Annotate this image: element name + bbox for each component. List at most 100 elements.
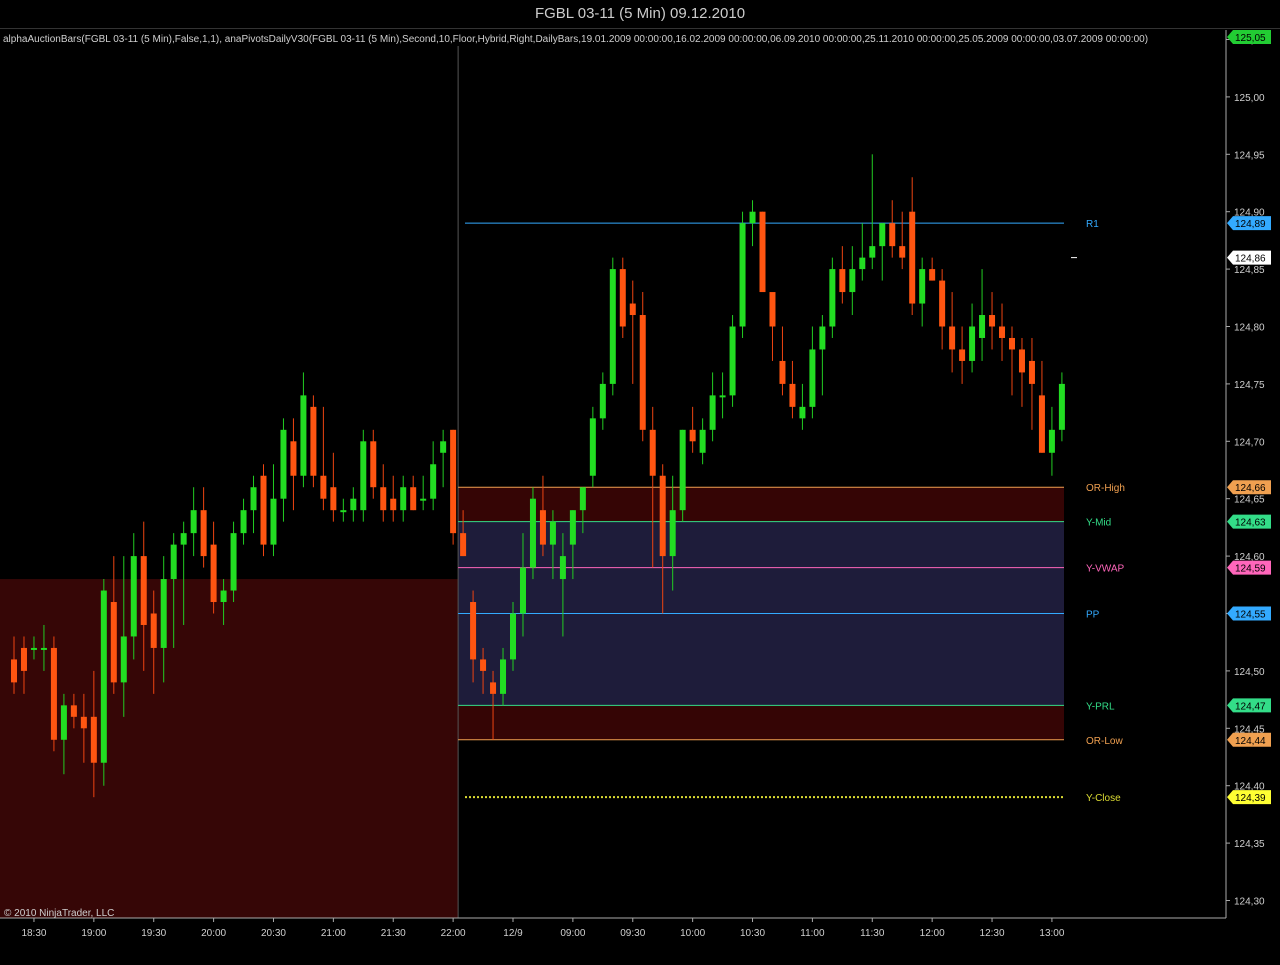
candle-body [909,211,916,304]
candle-body [1028,360,1035,384]
candle-body [170,544,177,580]
candle-body [829,269,836,327]
price-tag-or-high: 124,66 [1227,480,1271,495]
price-tag-y-prl: 124,47 [1227,698,1271,713]
candle-body [500,659,507,694]
candle-body [639,315,646,430]
candle [260,464,267,557]
candle-body [90,716,97,763]
candle-body [609,269,616,384]
x-tick-label: 13:00 [1039,928,1064,939]
candle-body [529,498,536,568]
candle-body [959,349,966,361]
x-tick-label: 20:00 [201,928,226,939]
candle-body [939,280,946,327]
candle-body [929,269,936,281]
level-label-or-low: OR-Low [1086,736,1123,747]
candle-body [270,498,277,545]
candle-body [350,498,357,511]
x-tick-label: 21:00 [321,928,346,939]
candle-body [949,326,956,350]
price-tag-text: 124,66 [1235,483,1266,494]
candle [50,636,57,752]
level-label-y-close: Y-Close [1086,793,1121,804]
x-tick-label: 12/9 [503,928,523,939]
level-label-y-prl: Y-PRL [1086,701,1115,712]
x-tick-label: 22:00 [441,928,466,939]
x-tick-label: 09:00 [560,928,585,939]
level-label-y-mid: Y-Mid [1086,518,1111,529]
candle-body [1018,349,1025,373]
candle-body [869,246,876,258]
candle-body [300,395,307,476]
candle-body [659,475,666,557]
y-tick-label: 124,75 [1234,380,1265,391]
x-tick-label: 12:30 [980,928,1005,939]
candle-body [979,315,986,338]
candle [589,406,596,488]
candle-body [440,441,447,453]
candle-body [420,498,427,501]
candle-body [539,510,546,545]
candle-body [250,487,257,511]
candle-body [589,418,596,476]
candle-body [739,223,746,327]
candle-body [809,349,816,407]
candle-body [729,326,736,396]
level-label-r1: R1 [1086,219,1099,230]
candle-body [80,716,87,729]
candle-body [849,269,856,293]
price-tag-y-vwap: 124,59 [1227,560,1271,575]
candle [450,429,457,545]
candle-body [629,303,636,316]
candle-body [11,659,17,683]
y-tick-label: 124,30 [1234,897,1265,908]
candle-body [220,590,227,603]
candle-body [1009,337,1015,350]
candle-body [510,613,516,660]
level-label-pp: PP [1086,610,1100,621]
candle-body [120,636,127,683]
candle-body [490,682,497,694]
candle-body [919,269,926,304]
price-tag-text: 124,39 [1235,793,1266,804]
candle-body [240,510,247,534]
price-tag-y-mid: 124,63 [1227,514,1271,529]
x-tick-label: 11:30 [860,928,885,939]
level-label-y-vwap: Y-VWAP [1086,564,1124,575]
top-price-tag: 125,05 [1227,30,1271,44]
y-tick-label: 124,70 [1234,437,1265,448]
candle [360,429,367,522]
price-tag-text: 124,47 [1235,701,1266,712]
candle-body [480,659,487,671]
candle [759,211,766,293]
candle-body [400,487,407,511]
candle-body [779,360,786,384]
chart-canvas: R1 OR-High Y-Mid Y-VWAP PP Y-PRL OR-Low Y-Close… [0,0,1280,965]
candle-body [669,510,676,557]
price-tag-text: 124,55 [1235,610,1266,621]
candle-body [989,315,996,327]
candle-body [20,647,27,671]
price-tag-pp: 124,55 [1227,606,1271,621]
candle-body [899,246,906,258]
candle-body [150,613,157,648]
candle [729,315,736,407]
candle [739,211,746,338]
candle-body [969,326,976,361]
price-tag-r1: 124,89 [1227,216,1271,231]
candle-body [310,406,317,476]
candle-body [160,579,167,648]
candle-body [999,326,1006,338]
candle-body [340,510,347,513]
candle-body [320,475,327,499]
candle-body [689,429,696,442]
x-tick-label: 10:30 [740,928,765,939]
candle [679,429,686,522]
candle-body [370,441,377,488]
candle-body [40,647,47,650]
candle-body [519,567,526,614]
candle-body [759,211,766,293]
candle [310,395,317,488]
candle [609,257,616,396]
